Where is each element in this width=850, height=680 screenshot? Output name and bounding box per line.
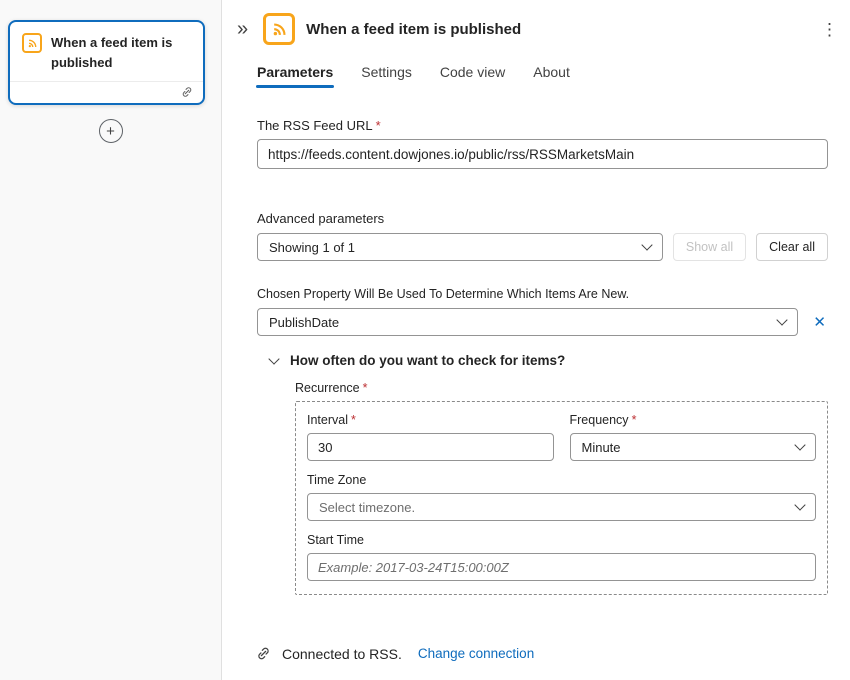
collapse-panel-button[interactable]: » xyxy=(233,17,252,41)
start-time-input[interactable] xyxy=(307,553,816,581)
required-asterisk: * xyxy=(351,413,356,427)
change-connection-link[interactable]: Change connection xyxy=(418,646,534,661)
connection-footer: Connected to RSS. Change connection xyxy=(222,635,850,680)
start-time-label: Start Time xyxy=(307,533,816,547)
recurrence-editor: Interval* Frequency* Minute xyxy=(295,401,828,595)
advanced-parameters-dropdown[interactable]: Showing 1 of 1 xyxy=(257,233,663,261)
frequency-dropdown[interactable]: Minute xyxy=(570,433,817,461)
trigger-card-status-strip xyxy=(10,81,203,103)
interval-field: Interval* xyxy=(307,410,554,461)
chevron-down-icon xyxy=(777,314,788,325)
feed-url-field: The RSS Feed URL* xyxy=(257,118,828,169)
advanced-parameters-label: Advanced parameters xyxy=(257,211,828,226)
plus-icon: + xyxy=(106,124,115,139)
start-time-field: Start Time xyxy=(307,533,816,581)
chosen-property-dropdown[interactable]: PublishDate xyxy=(257,308,798,336)
properties-panel: » When a feed item is published ⋮ Parame… xyxy=(222,0,850,680)
show-all-button[interactable]: Show all xyxy=(673,233,746,261)
dropdown-placeholder: Select timezone. xyxy=(319,500,415,515)
trigger-card-title: When a feed item is published xyxy=(51,33,191,72)
rss-icon xyxy=(22,33,42,53)
tab-parameters[interactable]: Parameters xyxy=(249,58,341,91)
add-node-area: + xyxy=(0,119,221,143)
required-asterisk: * xyxy=(376,118,381,133)
flow-canvas[interactable]: When a feed item is published + xyxy=(0,0,222,680)
timezone-label: Time Zone xyxy=(307,473,816,487)
advanced-parameters-row: Showing 1 of 1 Show all Clear all xyxy=(257,233,828,261)
chevron-down-icon xyxy=(794,499,805,510)
add-action-button[interactable]: + xyxy=(99,119,123,143)
tab-settings[interactable]: Settings xyxy=(353,58,420,91)
recurrence-section: How often do you want to check for items… xyxy=(257,353,828,595)
advanced-parameters-section: Advanced parameters Showing 1 of 1 Show … xyxy=(257,211,828,261)
panel-title: When a feed item is published xyxy=(306,21,521,38)
recurrence-section-toggle[interactable]: How often do you want to check for items… xyxy=(257,353,828,368)
timezone-dropdown[interactable]: Select timezone. xyxy=(307,493,816,521)
tab-bar: Parameters Settings Code view About xyxy=(222,45,850,91)
interval-frequency-row: Interval* Frequency* Minute xyxy=(307,410,816,461)
rss-icon xyxy=(263,13,295,45)
dismiss-icon: ✕ xyxy=(813,314,826,331)
tab-code-view[interactable]: Code view xyxy=(432,58,513,91)
connection-link-icon xyxy=(255,645,272,662)
recurrence-section-title: How often do you want to check for items… xyxy=(290,353,565,368)
interval-label: Interval* xyxy=(307,413,554,427)
chosen-property-label: Chosen Property Will Be Used To Determin… xyxy=(257,287,828,301)
chevron-down-icon xyxy=(268,353,279,364)
dropdown-selected-value: Showing 1 of 1 xyxy=(269,240,355,255)
double-chevron-right-icon: » xyxy=(237,18,248,40)
frequency-label: Frequency* xyxy=(570,413,817,427)
panel-header: » When a feed item is published ⋮ xyxy=(222,0,850,45)
more-options-button[interactable]: ⋮ xyxy=(817,19,842,40)
power-automate-designer: When a feed item is published + xyxy=(0,0,850,680)
parameters-tab-content: The RSS Feed URL* Advanced parameters Sh… xyxy=(222,91,850,635)
recurrence-label: Recurrence* xyxy=(295,381,828,395)
chosen-property-row: PublishDate ✕ xyxy=(257,308,828,336)
required-asterisk: * xyxy=(632,413,637,427)
trigger-card[interactable]: When a feed item is published xyxy=(8,20,205,105)
more-vertical-icon: ⋮ xyxy=(821,20,838,39)
chevron-down-icon xyxy=(641,239,652,250)
dropdown-selected-value: Minute xyxy=(582,440,621,455)
feed-url-label: The RSS Feed URL* xyxy=(257,118,828,133)
connection-link-icon xyxy=(180,85,194,99)
interval-input[interactable] xyxy=(307,433,554,461)
trigger-card-main: When a feed item is published xyxy=(10,22,203,81)
connected-status-text: Connected to RSS. xyxy=(282,646,402,662)
clear-all-button[interactable]: Clear all xyxy=(756,233,828,261)
required-asterisk: * xyxy=(363,381,368,395)
feed-url-input[interactable] xyxy=(257,139,828,169)
timezone-field: Time Zone Select timezone. xyxy=(307,473,816,521)
frequency-field: Frequency* Minute xyxy=(570,410,817,461)
recurrence-body: Recurrence* Interval* xyxy=(295,381,828,595)
chevron-down-icon xyxy=(794,439,805,450)
chosen-property-field: Chosen Property Will Be Used To Determin… xyxy=(257,287,828,336)
dropdown-selected-value: PublishDate xyxy=(269,315,339,330)
tab-about[interactable]: About xyxy=(525,58,578,91)
remove-parameter-button[interactable]: ✕ xyxy=(811,313,828,332)
